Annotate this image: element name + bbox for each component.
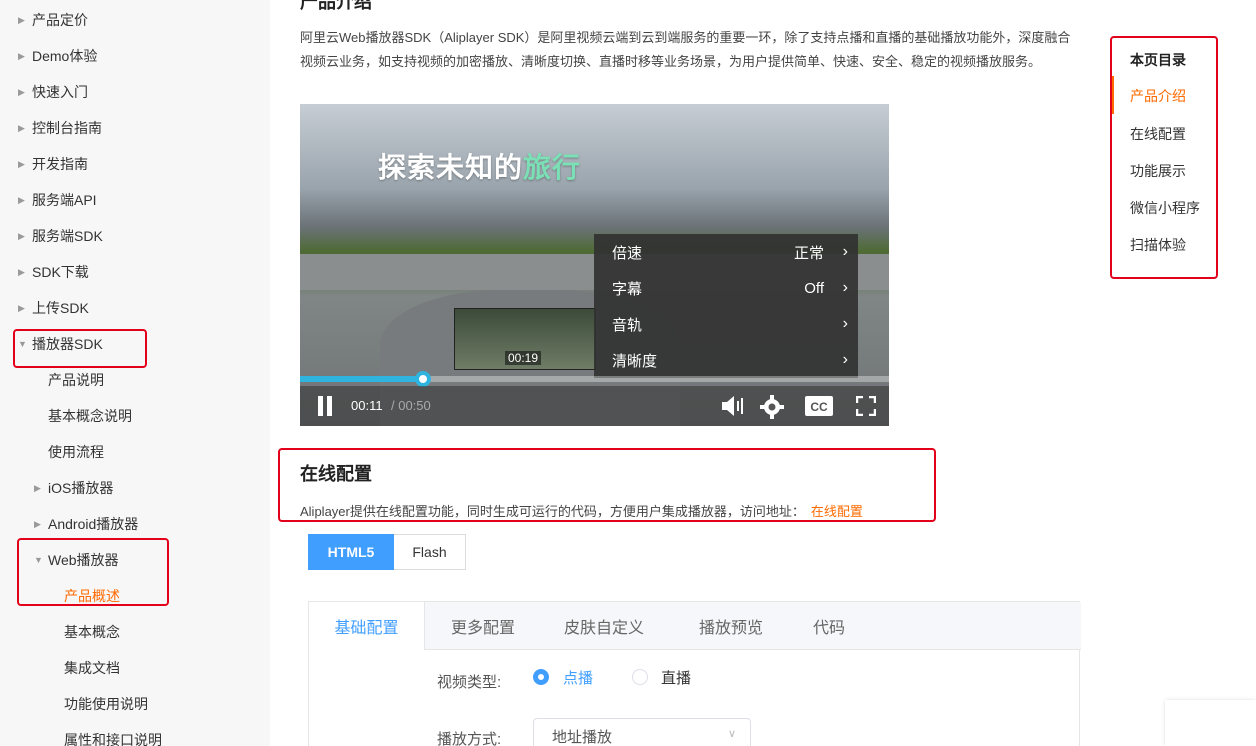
settings-icon[interactable] bbox=[760, 395, 784, 424]
chevron-right-icon: ▶ bbox=[18, 230, 25, 241]
sidebar-item-console-guide[interactable]: ▶ 控制台指南 bbox=[18, 110, 102, 146]
chevron-down-icon: ▼ bbox=[18, 339, 27, 349]
sidebar-item-api-reference[interactable]: 属性和接口说明 bbox=[64, 722, 162, 746]
progress-fill bbox=[300, 376, 423, 382]
toc-item-scan[interactable]: 扫描体验 bbox=[1130, 235, 1186, 255]
chevron-down-icon: ▼ bbox=[34, 555, 43, 565]
sidebar-item-basic-concepts[interactable]: 基本概念 bbox=[64, 614, 120, 650]
sidebar-item-sdk-download[interactable]: ▶ SDK下载 bbox=[18, 254, 89, 290]
video-player[interactable]: 探索未知的旅行 00:19 倍速 正常 › 字幕 Off › 音轨 › 清晰度 › 00:1… bbox=[300, 104, 889, 426]
control-bar: 00:11 / 00:50 CC bbox=[300, 386, 889, 426]
chevron-right-icon: › bbox=[842, 243, 848, 260]
player-type-toggle: HTML5 Flash bbox=[308, 534, 466, 570]
intro-paragraph: 阿里云Web播放器SDK（Aliplayer SDK）是阿里视频云端到云到端服务… bbox=[300, 30, 1071, 69]
config-panel: 基础配置 更多配置 皮肤自定义 播放预览 代码 视频类型: 点播 直播 播放方式… bbox=[308, 601, 1081, 746]
chevron-right-icon: ▶ bbox=[18, 194, 25, 205]
tab-more-config[interactable]: 更多配置 bbox=[435, 602, 531, 650]
sidebar-item-product-desc[interactable]: 产品说明 bbox=[48, 362, 104, 398]
seek-preview-time: 00:19 bbox=[505, 351, 542, 365]
sidebar-item-feature-usage[interactable]: 功能使用说明 bbox=[64, 686, 148, 722]
play-mode-label: 播放方式: bbox=[437, 731, 502, 746]
sidebar-item-ios-player[interactable]: ▶ iOS播放器 bbox=[34, 470, 113, 506]
total-time: / 00:50 bbox=[391, 398, 431, 413]
sidebar-item-android-player[interactable]: ▶ Android播放器 bbox=[34, 506, 138, 542]
chevron-right-icon: ▶ bbox=[18, 266, 25, 277]
settings-speed[interactable]: 倍速 正常 › bbox=[594, 234, 858, 270]
online-config-heading: 在线配置 bbox=[300, 464, 372, 484]
tab-preview[interactable]: 播放预览 bbox=[683, 602, 779, 650]
settings-subtitle[interactable]: 字幕 Off › bbox=[594, 270, 858, 306]
svg-text:CC: CC bbox=[810, 400, 828, 414]
video-overlay-title: 探索未知的旅行 bbox=[378, 152, 582, 183]
chevron-right-icon: ▶ bbox=[18, 50, 25, 61]
chevron-right-icon: ▶ bbox=[18, 302, 25, 313]
config-tabs: 基础配置 更多配置 皮肤自定义 播放预览 代码 bbox=[309, 602, 1081, 650]
chevron-right-icon: ▶ bbox=[34, 518, 41, 529]
settings-menu: 倍速 正常 › 字幕 Off › 音轨 › 清晰度 › bbox=[594, 234, 858, 378]
sidebar-item-dev-guide[interactable]: ▶ 开发指南 bbox=[18, 146, 88, 182]
chevron-right-icon: › bbox=[842, 315, 848, 332]
sidebar-item-quickstart[interactable]: ▶ 快速入门 bbox=[18, 74, 88, 110]
flash-button[interactable]: Flash bbox=[394, 534, 466, 570]
sidebar-item-pricing[interactable]: ▶ 产品定价 bbox=[18, 2, 88, 38]
sidebar-item-demo[interactable]: ▶ Demo体验 bbox=[18, 38, 97, 74]
radio-live-label[interactable]: 直播 bbox=[661, 667, 691, 688]
chevron-right-icon: ▶ bbox=[18, 122, 25, 133]
play-mode-select[interactable]: 地址播放 ∨ bbox=[533, 718, 751, 746]
tab-skin-custom[interactable]: 皮肤自定义 bbox=[549, 602, 659, 650]
toc-item-wechat-miniprogram[interactable]: 微信小程序 bbox=[1130, 198, 1200, 218]
chevron-right-icon: ▶ bbox=[18, 86, 25, 97]
chevron-down-icon: ∨ bbox=[727, 728, 736, 740]
volume-icon[interactable] bbox=[720, 395, 746, 422]
toc-item-intro[interactable]: 产品介绍 bbox=[1130, 86, 1186, 106]
current-time: 00:11 bbox=[351, 398, 383, 413]
progress-bar[interactable] bbox=[300, 371, 889, 387]
radio-vod-label[interactable]: 点播 bbox=[563, 667, 593, 688]
toc-title: 本页目录 bbox=[1130, 52, 1186, 68]
chevron-right-icon: ▶ bbox=[18, 14, 25, 25]
toc-active-indicator bbox=[1112, 76, 1114, 114]
chevron-right-icon: ▶ bbox=[18, 158, 25, 169]
sidebar-item-overview[interactable]: 产品概述 bbox=[64, 578, 120, 614]
cc-icon[interactable]: CC bbox=[805, 396, 833, 421]
chevron-right-icon: › bbox=[842, 279, 848, 296]
sidebar-item-server-api[interactable]: ▶ 服务端API bbox=[18, 182, 97, 218]
toc-item-online-config[interactable]: 在线配置 bbox=[1130, 124, 1186, 144]
radio-vod[interactable] bbox=[533, 669, 549, 685]
toc-item-features[interactable]: 功能展示 bbox=[1130, 161, 1186, 181]
page-title: 产品介绍 bbox=[300, 0, 372, 12]
settings-audio-track[interactable]: 音轨 › bbox=[594, 306, 858, 342]
html5-button[interactable]: HTML5 bbox=[308, 534, 394, 570]
progress-handle[interactable] bbox=[414, 371, 431, 387]
sidebar-item-integration-docs[interactable]: 集成文档 bbox=[64, 650, 120, 686]
page-toc: 本页目录 产品介绍 在线配置 功能展示 微信小程序 扫描体验 bbox=[1110, 36, 1218, 279]
floating-widget[interactable] bbox=[1165, 700, 1256, 746]
online-config-desc: Aliplayer提供在线配置功能，同时生成可运行的代码，方便用户集成播放器，访… bbox=[300, 504, 863, 519]
seek-preview-thumbnail: 00:19 bbox=[454, 308, 596, 370]
video-type-label: 视频类型: bbox=[437, 674, 502, 691]
sidebar-item-upload-sdk[interactable]: ▶ 上传SDK bbox=[18, 290, 89, 326]
sidebar-item-server-sdk[interactable]: ▶ 服务端SDK bbox=[18, 218, 103, 254]
pause-icon[interactable] bbox=[316, 396, 334, 416]
sidebar-nav: ▶ 产品定价 ▶ Demo体验 ▶ 快速入门 ▶ 控制台指南 ▶ 开发指南 ▶ 服务端API… bbox=[0, 0, 270, 746]
chevron-right-icon: › bbox=[842, 351, 848, 368]
sidebar-item-web-player[interactable]: ▼ Web播放器 bbox=[34, 542, 119, 578]
fullscreen-icon[interactable] bbox=[855, 395, 877, 421]
tab-basic-config[interactable]: 基础配置 bbox=[309, 602, 425, 650]
main-content: 产品介绍 阿里云Web播放器SDK（Aliplayer SDK）是阿里视频云端到… bbox=[270, 0, 1110, 746]
sidebar-item-player-sdk[interactable]: ▼ 播放器SDK bbox=[18, 326, 103, 362]
sidebar-item-usage-flow[interactable]: 使用流程 bbox=[48, 434, 104, 470]
radio-live[interactable] bbox=[632, 669, 648, 685]
sidebar-item-basic-concepts-desc[interactable]: 基本概念说明 bbox=[48, 398, 132, 434]
tab-code[interactable]: 代码 bbox=[799, 602, 859, 650]
chevron-right-icon: ▶ bbox=[34, 482, 41, 493]
settings-quality[interactable]: 清晰度 › bbox=[594, 342, 858, 378]
online-config-link[interactable]: 在线配置 bbox=[811, 504, 863, 519]
